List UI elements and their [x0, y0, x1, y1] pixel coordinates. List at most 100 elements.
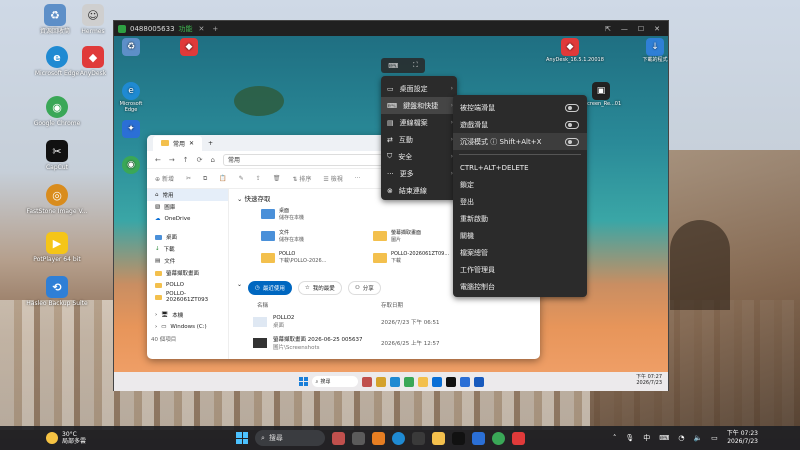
- start-icon[interactable]: [236, 432, 248, 444]
- quick-access-heading[interactable]: ⌄ 快速存取: [237, 193, 271, 203]
- menu-item-control-panel[interactable]: 電腦控制台: [453, 278, 587, 295]
- remote-icon-downloads[interactable]: ↓ 下載的程式: [642, 38, 668, 63]
- menu-item-security[interactable]: ⛉ 安全 ›: [381, 148, 457, 165]
- sidebar-item-downloads[interactable]: ↓ 下載: [147, 243, 228, 255]
- chevron-up-icon[interactable]: ˄: [613, 434, 617, 442]
- desktop-icon-faststone[interactable]: ◎ FastStone Image V...: [22, 184, 92, 215]
- sidebar-item-documents[interactable]: ▤ 文件: [147, 255, 228, 267]
- start-icon[interactable]: [298, 377, 308, 386]
- up-icon[interactable]: ↑: [183, 156, 189, 164]
- paste-icon[interactable]: 📋: [219, 175, 226, 182]
- word-icon[interactable]: [473, 376, 484, 387]
- refresh-icon[interactable]: ⟳: [197, 156, 203, 164]
- toggle-switch[interactable]: [565, 120, 579, 129]
- table-row[interactable]: 螢幕擷取畫面 2026-06-25 005637 圖片\Screenshots 2…: [253, 335, 540, 351]
- taskbar-search-box[interactable]: ⌕ 搜尋: [255, 430, 325, 446]
- menu-item-restart[interactable]: 重新啟動: [453, 210, 587, 227]
- remote-titlebar[interactable]: 0488005633 功能 ✕ + ⇱ — ☐ ✕: [114, 21, 668, 36]
- new-tab-button[interactable]: +: [212, 25, 218, 33]
- menu-item-interact[interactable]: ⇄ 互動 ›: [381, 131, 457, 148]
- toggle-remote-mouse[interactable]: 被控端滑鼠: [453, 99, 587, 116]
- sidebar-item-c-drive[interactable]: › ▭ Windows (C:): [147, 321, 228, 333]
- back-icon[interactable]: ←: [155, 156, 161, 164]
- sidebar-item-desktop[interactable]: 桌面: [147, 231, 228, 243]
- taskbar-app-icon[interactable]: [412, 431, 425, 445]
- maximize-button[interactable]: ☐: [638, 25, 644, 33]
- toggle-immersive-mode[interactable]: 沉浸模式 ⓘ Shift+Alt+X: [453, 133, 587, 150]
- desktop-icon-capcut[interactable]: ✂ CapCut: [22, 140, 92, 171]
- menu-item-logout[interactable]: 登出: [453, 193, 587, 210]
- wifi-icon[interactable]: ◔: [678, 434, 684, 442]
- chip-shared[interactable]: ⚇ 分享: [347, 281, 381, 295]
- menu-item-task-manager[interactable]: 工作管理員: [453, 261, 587, 278]
- outlook-icon[interactable]: [459, 376, 470, 387]
- new-tab-button[interactable]: +: [208, 140, 213, 147]
- close-tab-icon[interactable]: ✕: [189, 140, 194, 147]
- sidebar-item-pollo[interactable]: POLLO: [147, 279, 228, 291]
- address-bar[interactable]: 常用: [222, 153, 383, 166]
- battery-icon[interactable]: ▭: [711, 434, 718, 442]
- taskbar-app-icon[interactable]: [332, 431, 345, 445]
- toggle-switch[interactable]: [565, 103, 579, 112]
- rename-icon[interactable]: ✎: [239, 175, 244, 182]
- share-icon[interactable]: ⇪: [256, 175, 261, 182]
- pin-pollo-dated[interactable]: POLLO-2026061ZT09... 下載: [373, 251, 449, 264]
- table-row[interactable]: POLLO2 桌面 2026/7/23 下午 06:51: [253, 315, 540, 329]
- remote-icon-recycle-bin[interactable]: ♻: [114, 38, 148, 57]
- menu-item-more[interactable]: ··· 更多 ›: [381, 165, 457, 182]
- sidebar-item-gallery[interactable]: ▧ 圖庫: [147, 201, 228, 213]
- host-clock[interactable]: 下午 07:23 2026/7/23: [727, 430, 758, 446]
- file-explorer-icon[interactable]: [432, 431, 445, 445]
- menu-item-disconnect[interactable]: ⊗ 結束連線: [381, 182, 457, 199]
- menu-item-ctrl-alt-del[interactable]: CTRL+ALT+DELETE: [453, 159, 587, 176]
- menu-item-files[interactable]: ▤ 連線檔案 ›: [381, 114, 457, 131]
- store-icon[interactable]: [431, 376, 442, 387]
- view-button[interactable]: ☰ 檢視: [323, 174, 342, 183]
- chrome-icon[interactable]: [492, 431, 505, 445]
- capcut-icon[interactable]: [445, 376, 456, 387]
- desktop-icon-hasleo[interactable]: ⟲ Hasleo Backup Suite: [22, 276, 92, 307]
- column-date[interactable]: 存取日期: [381, 301, 403, 309]
- close-window-button[interactable]: ✕: [654, 25, 660, 33]
- delete-icon[interactable]: 🗑: [273, 175, 281, 182]
- pin-desktop[interactable]: 桌面 儲存在本機: [261, 207, 304, 221]
- weather-widget[interactable]: 30°C 局部多雲: [0, 431, 86, 445]
- volume-icon[interactable]: 🔈: [693, 434, 702, 442]
- microphone-icon[interactable]: 🎙: [625, 434, 634, 442]
- outlook-icon[interactable]: [472, 431, 485, 445]
- menu-item-keyboard[interactable]: ⌨ 鍵盤和快捷 ›: [381, 97, 457, 114]
- task-view-icon[interactable]: [352, 431, 365, 445]
- copy-icon[interactable]: ⧉: [203, 175, 207, 183]
- remote-icon-screen-recorder[interactable]: ▣ Screen_Re...01: [584, 82, 621, 107]
- forward-icon[interactable]: →: [169, 156, 175, 164]
- more-icon[interactable]: ···: [355, 175, 361, 182]
- sort-button[interactable]: ⇅ 排序: [292, 174, 311, 183]
- file-explorer-icon[interactable]: [417, 376, 428, 387]
- home-icon[interactable]: ⌂: [211, 156, 215, 164]
- new-button[interactable]: ⊕ 新增: [155, 174, 174, 183]
- sidebar-item-pollo-dated[interactable]: POLLO-2026061ZT093: [147, 291, 228, 303]
- remote-icon-edge[interactable]: e Microsoft Edge: [114, 82, 148, 113]
- desktop-icon-potplayer[interactable]: ▶ PotPlayer 64 bit: [22, 232, 92, 263]
- menu-item-display-settings[interactable]: ▭ 桌面設定 ›: [381, 80, 457, 97]
- column-name[interactable]: 名稱: [257, 301, 381, 309]
- fullscreen-icon[interactable]: ⛶: [413, 61, 418, 70]
- remote-icon-copilot[interactable]: ✦: [114, 120, 148, 139]
- keyboard-layout-icon[interactable]: ⌨: [659, 434, 669, 442]
- sidebar-item-onedrive[interactable]: ☁ OneDrive: [147, 213, 228, 225]
- collapse-icon[interactable]: ⌄: [237, 281, 242, 295]
- taskbar-app-icon[interactable]: [361, 376, 372, 387]
- edge-icon[interactable]: [389, 376, 400, 387]
- menu-item-lock[interactable]: 鎖定: [453, 176, 587, 193]
- pin-documents[interactable]: 文件 儲存在本機: [261, 229, 304, 243]
- explorer-tab[interactable]: 常用 ✕: [153, 135, 203, 151]
- pin-pollo[interactable]: POLLO 下載\POLLO-2026...: [261, 251, 326, 264]
- remote-clock[interactable]: 下午 07:27 2026/7/23: [636, 374, 662, 386]
- remote-icon-anydesk[interactable]: ◆: [172, 38, 206, 57]
- menu-item-shutdown[interactable]: 關機: [453, 227, 587, 244]
- anydesk-icon[interactable]: [512, 431, 525, 445]
- remote-icon-anydesk-installer[interactable]: ◆ AnyDesk_16.5.1.20018: [546, 38, 604, 63]
- menu-item-file-explorer[interactable]: 檔案總管: [453, 244, 587, 261]
- close-tab-icon[interactable]: ✕: [199, 25, 205, 33]
- keyboard-mode-icon[interactable]: ⌨: [388, 62, 398, 70]
